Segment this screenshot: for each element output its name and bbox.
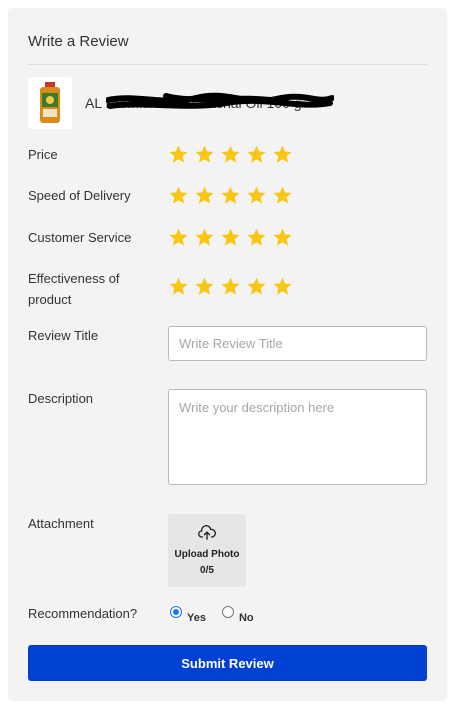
review-title-label: Review Title [28, 328, 99, 343]
rating-stars-effectiveness[interactable] [168, 276, 293, 298]
description-label: Description [28, 391, 94, 406]
page-title: Write a Review [28, 33, 129, 50]
star-icon[interactable] [272, 144, 293, 165]
recommend-yes-radio[interactable] [170, 606, 182, 618]
star-icon[interactable] [272, 185, 293, 206]
recommendation-radio-group: Yes No [170, 604, 254, 626]
star-icon[interactable] [220, 227, 241, 248]
star-icon[interactable] [168, 185, 189, 206]
upload-photo-label: Upload Photo [174, 549, 240, 560]
star-icon[interactable] [272, 227, 293, 248]
star-icon[interactable] [246, 227, 267, 248]
star-icon[interactable] [194, 185, 215, 206]
recommendation-label: Recommendation? [28, 606, 138, 621]
review-card: Write a Review AL Premium Pure Sachal Oi… [8, 8, 447, 701]
product-row: AL Premium Pure Sachal Oil 100 g [28, 77, 427, 129]
star-icon[interactable] [168, 227, 189, 248]
submit-review-button[interactable]: Submit Review [28, 645, 427, 681]
star-icon[interactable] [168, 144, 189, 165]
redaction-scribble [106, 92, 334, 109]
star-icon[interactable] [220, 144, 241, 165]
header-divider [28, 64, 427, 65]
rating-stars-price[interactable] [168, 144, 293, 166]
rating-label-delivery: Speed of Delivery [28, 188, 131, 203]
product-image [28, 77, 72, 129]
recommend-no-label: No [238, 612, 254, 624]
rating-label-service: Customer Service [28, 230, 132, 245]
attachment-label: Attachment [28, 516, 94, 531]
recommend-yes-label: Yes [187, 612, 206, 624]
star-icon[interactable] [168, 276, 189, 297]
upload-photo-button[interactable]: Upload Photo 0/5 [168, 514, 246, 587]
cloud-upload-icon [198, 525, 216, 540]
star-icon[interactable] [220, 185, 241, 206]
upload-count: 0/5 [200, 565, 214, 576]
star-icon[interactable] [246, 276, 267, 297]
star-icon[interactable] [220, 276, 241, 297]
rating-stars-service[interactable] [168, 227, 293, 249]
description-textarea[interactable] [168, 389, 427, 485]
rating-label-price: Price [28, 147, 58, 162]
rating-label-effectiveness: Effectiveness of product [28, 271, 120, 307]
star-icon[interactable] [194, 276, 215, 297]
star-icon[interactable] [194, 227, 215, 248]
star-icon[interactable] [194, 144, 215, 165]
rating-stars-delivery[interactable] [168, 185, 293, 207]
star-icon[interactable] [246, 144, 267, 165]
star-icon[interactable] [272, 276, 293, 297]
star-icon[interactable] [246, 185, 267, 206]
recommend-no-radio[interactable] [221, 606, 234, 618]
review-title-input[interactable] [168, 326, 427, 361]
